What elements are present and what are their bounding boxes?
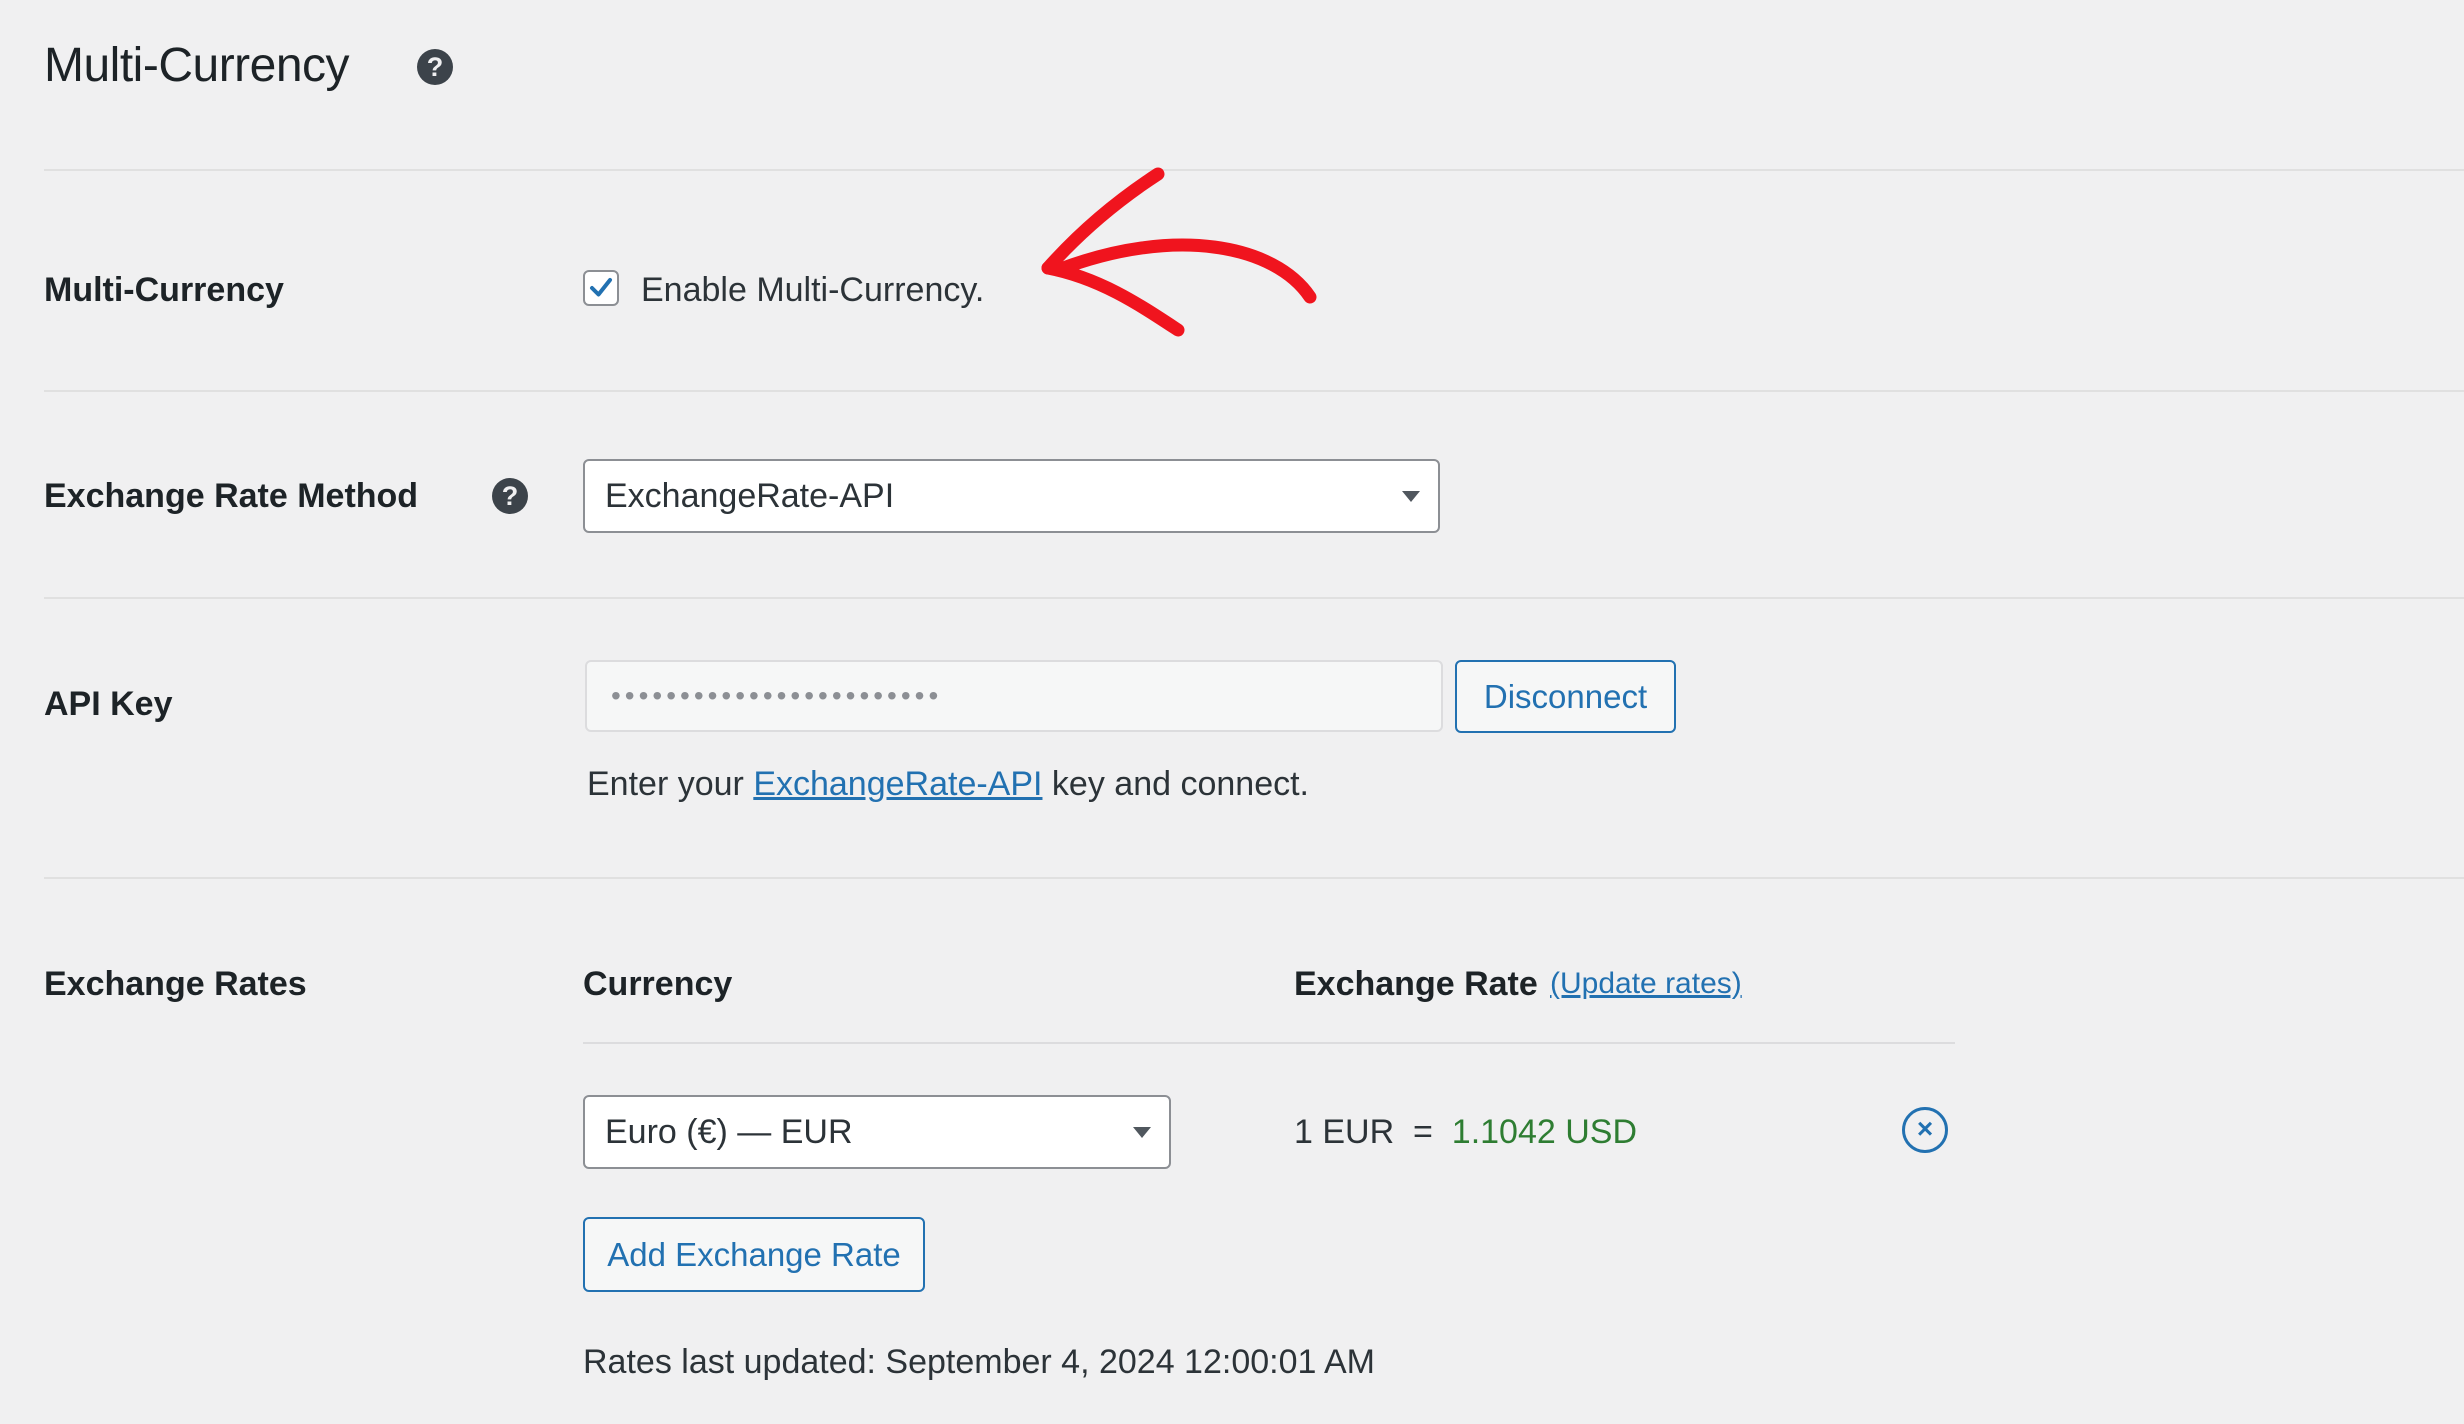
- check-icon: [590, 278, 612, 297]
- caret-down-icon: [1133, 1127, 1151, 1138]
- exchange-rate-column-header: Exchange Rate: [1294, 965, 1538, 1003]
- rate-amount: 1.1042: [1451, 1113, 1556, 1151]
- multi-currency-label: Multi-Currency: [44, 271, 284, 309]
- divider: [44, 597, 2464, 599]
- exchange-rates-label: Exchange Rates: [44, 965, 307, 1003]
- divider: [44, 877, 2464, 879]
- enable-multi-currency-label[interactable]: Enable Multi-Currency.: [641, 268, 984, 312]
- help-icon[interactable]: ?: [417, 49, 453, 85]
- caret-down-icon: [1402, 491, 1420, 502]
- exchange-rate-value: 1 EUR = 1.1042 USD: [1294, 1113, 1638, 1151]
- rate-unit: USD: [1565, 1113, 1638, 1151]
- exchangerate-api-link[interactable]: ExchangeRate-API: [753, 765, 1042, 803]
- exchange-rate-method-value: ExchangeRate-API: [605, 477, 895, 515]
- help-icon[interactable]: ?: [492, 478, 528, 514]
- add-exchange-rate-button[interactable]: Add Exchange Rate: [583, 1217, 925, 1292]
- rates-last-updated: Rates last updated: September 4, 2024 12…: [583, 1343, 1375, 1381]
- api-key-help-text: Enter your ExchangeRate-API key and conn…: [587, 765, 1309, 803]
- divider: [44, 390, 2464, 392]
- exchange-rate-method-select[interactable]: ExchangeRate-API: [583, 459, 1440, 533]
- enable-multi-currency-checkbox[interactable]: [583, 270, 619, 306]
- update-rates-link[interactable]: (Update rates): [1550, 962, 1742, 1006]
- currency-select-value: Euro (€) — EUR: [605, 1113, 853, 1151]
- red-arrow-annotation: [1041, 167, 1317, 337]
- remove-exchange-rate-button[interactable]: ×: [1902, 1107, 1948, 1153]
- table-divider: [583, 1042, 1955, 1044]
- api-key-input[interactable]: ••••••••••••••••••••••••: [585, 660, 1443, 732]
- currency-select[interactable]: Euro (€) — EUR: [583, 1095, 1171, 1169]
- disconnect-button[interactable]: Disconnect: [1455, 660, 1676, 733]
- api-key-masked-value: ••••••••••••••••••••••••: [611, 680, 943, 711]
- currency-column-header: Currency: [583, 965, 733, 1003]
- api-key-label: API Key: [44, 685, 173, 723]
- close-circle-icon: ×: [1916, 1113, 1934, 1144]
- exchange-rate-method-label: Exchange Rate Method: [44, 477, 419, 515]
- page-title: Multi-Currency: [44, 39, 350, 92]
